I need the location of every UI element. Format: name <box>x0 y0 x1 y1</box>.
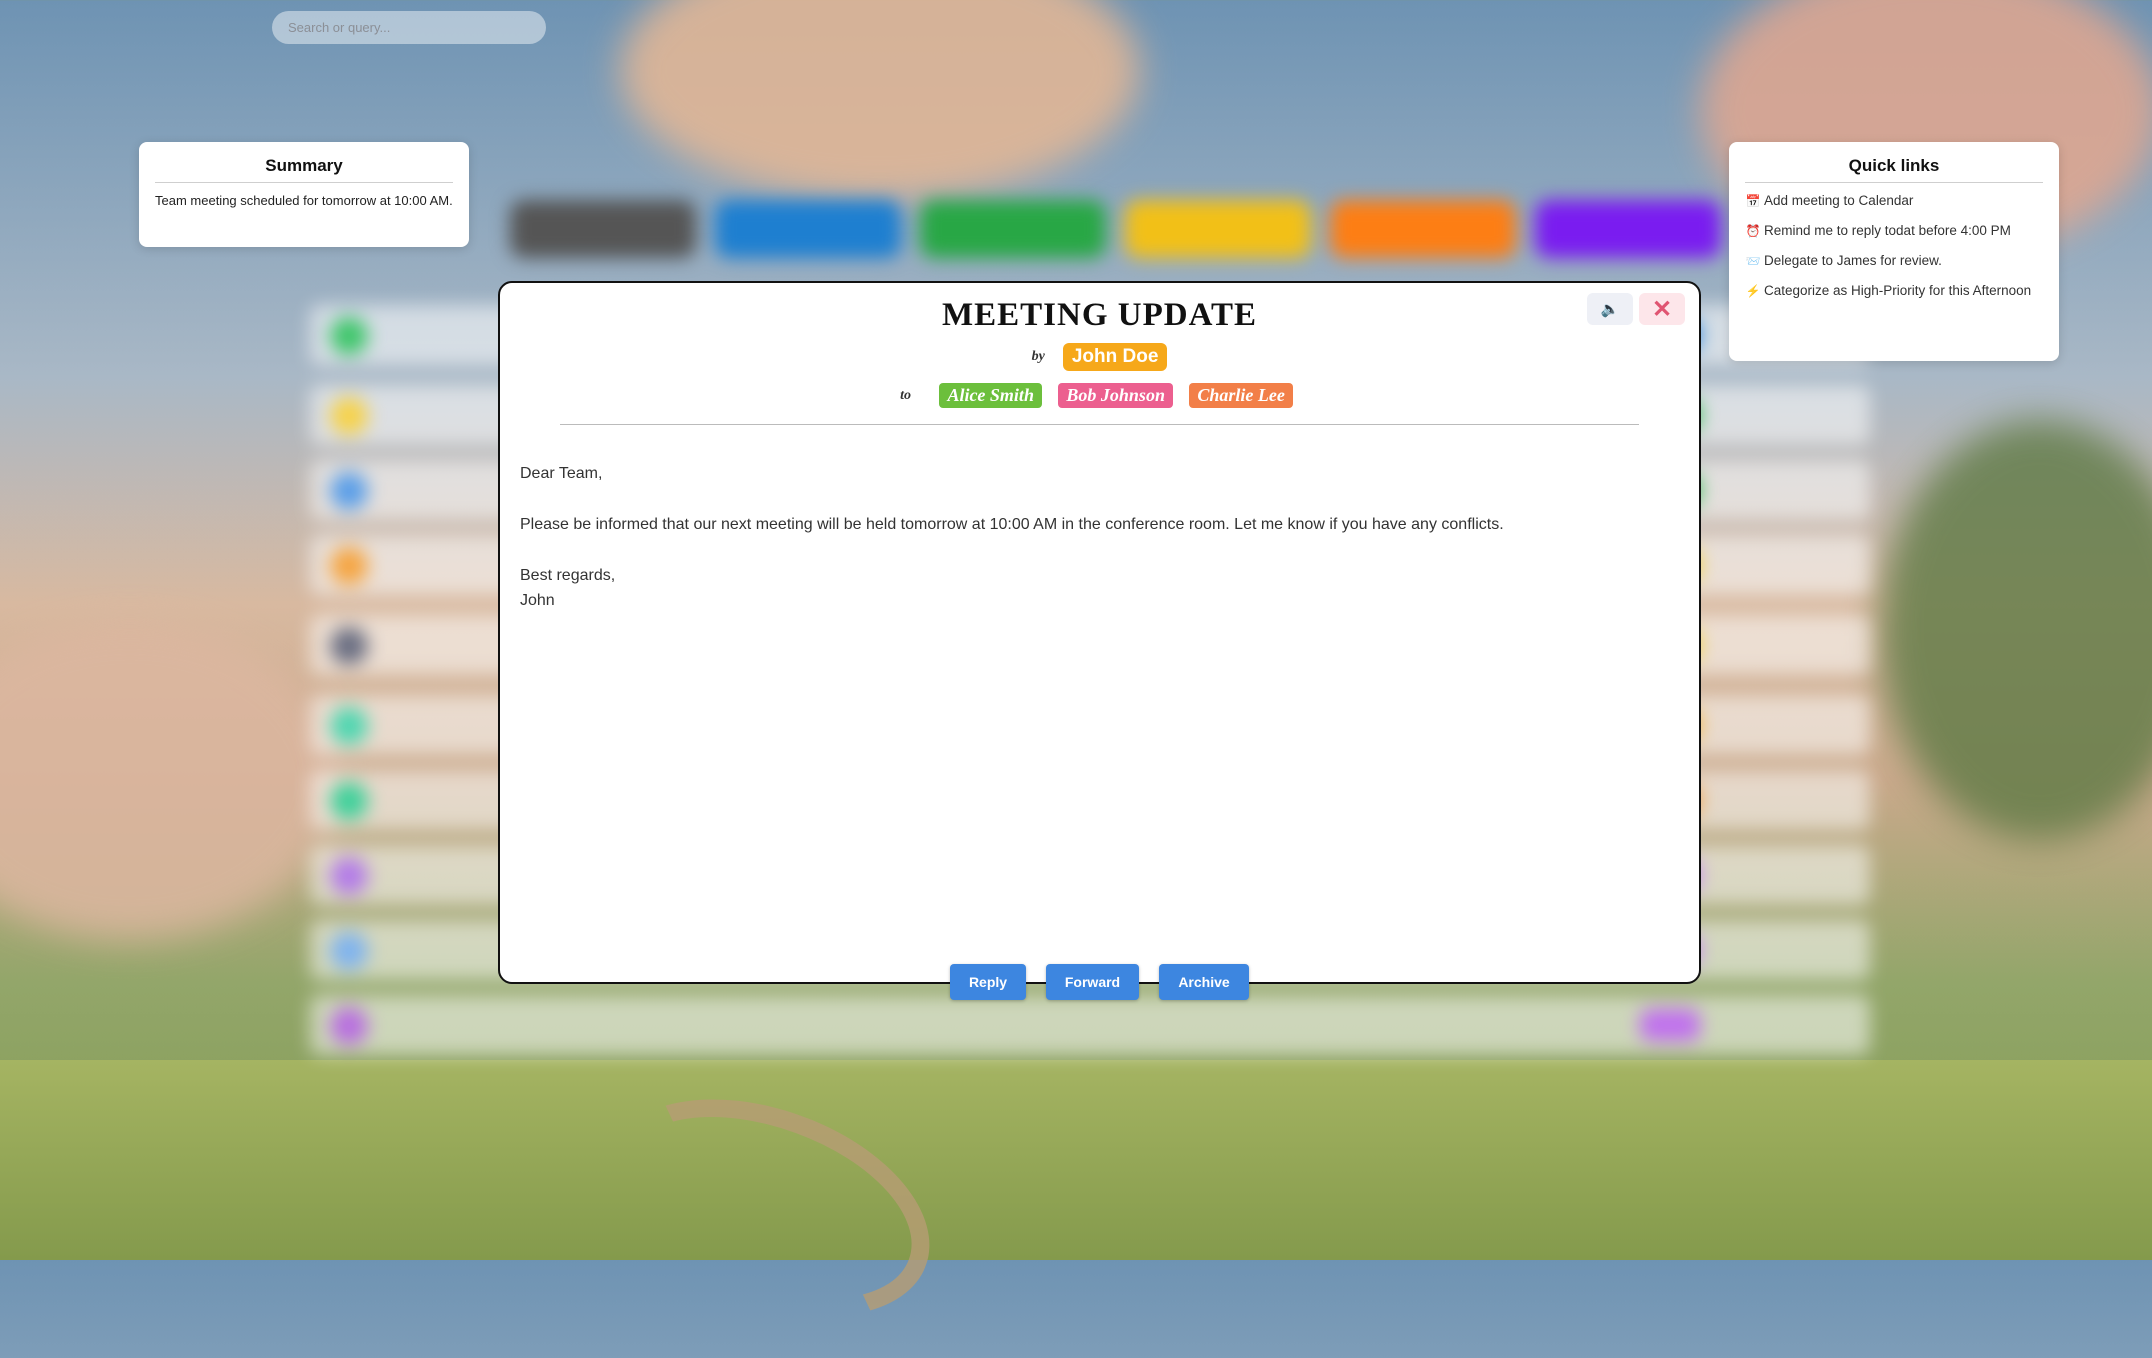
search-input[interactable] <box>272 11 546 44</box>
email-body: Dear Team, Please be informed that our n… <box>520 461 1679 613</box>
email-modal: 🔈 ✕ MEETING UPDATE by John Doe to Alice S… <box>498 281 1701 984</box>
header-divider <box>560 424 1639 425</box>
category-pill <box>1330 200 1516 258</box>
quick-links-panel: Quick links 📅 Add meeting to Calendar ⏰ Re… <box>1729 142 2059 361</box>
email-closing: Best regards, <box>520 567 616 584</box>
category-pill <box>1535 200 1721 258</box>
recipient-badge[interactable]: Bob Johnson <box>1058 383 1173 408</box>
category-pill <box>1125 200 1311 258</box>
email-signature: John <box>520 592 555 609</box>
recipient-badge[interactable]: Charlie Lee <box>1189 383 1293 408</box>
email-greeting: Dear Team, <box>520 465 603 482</box>
to-label: to <box>900 387 911 403</box>
quick-link-label: Delegate to James for review. <box>1764 253 1942 268</box>
quick-link-add-to-calendar[interactable]: 📅 Add meeting to Calendar <box>1745 191 2043 211</box>
envelope-icon: 📨 <box>1745 254 1761 268</box>
author-badge[interactable]: John Doe <box>1062 343 1168 371</box>
category-pill <box>920 200 1106 258</box>
category-pill <box>715 200 901 258</box>
reply-button[interactable]: Reply <box>950 964 1026 1000</box>
inbox-row <box>310 995 1870 1055</box>
quick-link-categorize[interactable]: ⚡ Categorize as High-Priority for this Af… <box>1745 281 2043 301</box>
email-byline: by John Doe <box>500 343 1699 371</box>
email-message: Please be informed that our next meeting… <box>520 516 1504 533</box>
summary-title: Summary <box>155 156 453 183</box>
quick-link-label: Remind me to reply todat before 4:00 PM <box>1764 223 2011 238</box>
recipient-badge[interactable]: Alice Smith <box>939 383 1042 408</box>
alarm-clock-icon: ⏰ <box>1745 224 1761 238</box>
lightning-icon: ⚡ <box>1745 284 1761 298</box>
category-pill <box>510 200 696 258</box>
quick-links-title: Quick links <box>1745 156 2043 183</box>
background-tree <box>1880 420 2152 840</box>
quick-link-delegate[interactable]: 📨 Delegate to James for review. <box>1745 251 2043 271</box>
quick-link-label: Categorize as High-Priority for this Aft… <box>1764 283 2032 298</box>
background-meadow <box>0 1060 2152 1260</box>
quick-link-remind-me[interactable]: ⏰ Remind me to reply todat before 4:00 PM <box>1745 221 2043 241</box>
archive-button[interactable]: Archive <box>1159 964 1249 1000</box>
forward-button[interactable]: Forward <box>1046 964 1139 1000</box>
calendar-icon: 📅 <box>1745 194 1761 208</box>
summary-text: Team meeting scheduled for tomorrow at 1… <box>155 193 453 208</box>
email-subject: MEETING UPDATE <box>942 297 1257 333</box>
quick-link-label: Add meeting to Calendar <box>1764 193 1914 208</box>
by-label: by <box>1031 349 1045 364</box>
summary-panel: Summary Team meeting scheduled for tomor… <box>139 142 469 247</box>
email-recipients: to Alice Smith Bob Johnson Charlie Lee <box>500 383 1699 408</box>
